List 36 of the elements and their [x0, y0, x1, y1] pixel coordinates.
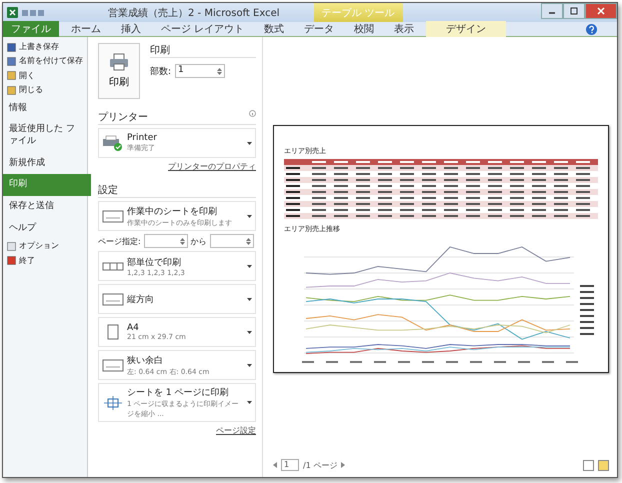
ribbon-tab[interactable]: 数式	[256, 21, 292, 37]
ribbon-tab[interactable]: ファイル	[3, 21, 59, 37]
backstage-menu-item[interactable]: 終了	[3, 254, 87, 268]
page-setup-link[interactable]: ページ設定	[216, 425, 256, 436]
backstage-menu-item[interactable]: オプション	[3, 239, 87, 254]
page-count-label: /1 ページ	[303, 460, 338, 470]
backstage-menu-item[interactable]: 名前を付けて保存	[3, 54, 87, 69]
ribbon-tab[interactable]: ページ レイアウト	[153, 21, 252, 37]
print-heading: 印刷	[150, 43, 256, 58]
backstage-menu-item[interactable]: 上書き保存	[3, 40, 87, 54]
backstage-menu-item[interactable]: 情報	[3, 98, 87, 120]
ribbon-tab[interactable]: 挿入	[113, 21, 149, 37]
backstage-menu-item[interactable]: ヘルプ	[3, 218, 87, 240]
ribbon-tab[interactable]: ホーム	[63, 21, 109, 37]
ribbon-tab[interactable]: 校閲	[346, 21, 382, 37]
backstage-menu-item[interactable]: 最近使用した ファイル	[3, 119, 87, 153]
section-heading: プリンター	[98, 110, 148, 124]
copies-field[interactable]: 1	[175, 64, 226, 78]
ribbon-tab[interactable]: 表示	[386, 21, 422, 37]
backstage-menu-item[interactable]: 閉じる	[3, 83, 87, 98]
print-button[interactable]: 印刷	[98, 43, 140, 99]
window-title: 営業成績（売上）2 - Microsoft Excel	[108, 6, 280, 20]
backstage-menu-item[interactable]: 新規作成	[3, 152, 87, 174]
backstage-menu-item[interactable]: 開く	[3, 68, 87, 84]
copies-label: 部数:	[150, 66, 172, 78]
ribbon-tab[interactable]: データ	[296, 21, 342, 37]
printer-properties-link[interactable]: プリンターのプロパティ	[168, 161, 256, 172]
backstage-menu-item[interactable]: 保存と送信	[3, 196, 87, 218]
context-tab-label: テーブル ツール	[314, 3, 403, 22]
pages-to-label: から	[190, 236, 207, 246]
page-number-field[interactable]: 1	[281, 459, 299, 471]
backstage-menu-item[interactable]: 印刷	[3, 174, 91, 196]
setting-dropdown[interactable]: 縦方向	[98, 284, 256, 314]
pages-label: ページ指定:	[98, 236, 141, 246]
section-heading: 設定	[98, 184, 118, 197]
ribbon-tab[interactable]: デザイン	[426, 21, 506, 37]
